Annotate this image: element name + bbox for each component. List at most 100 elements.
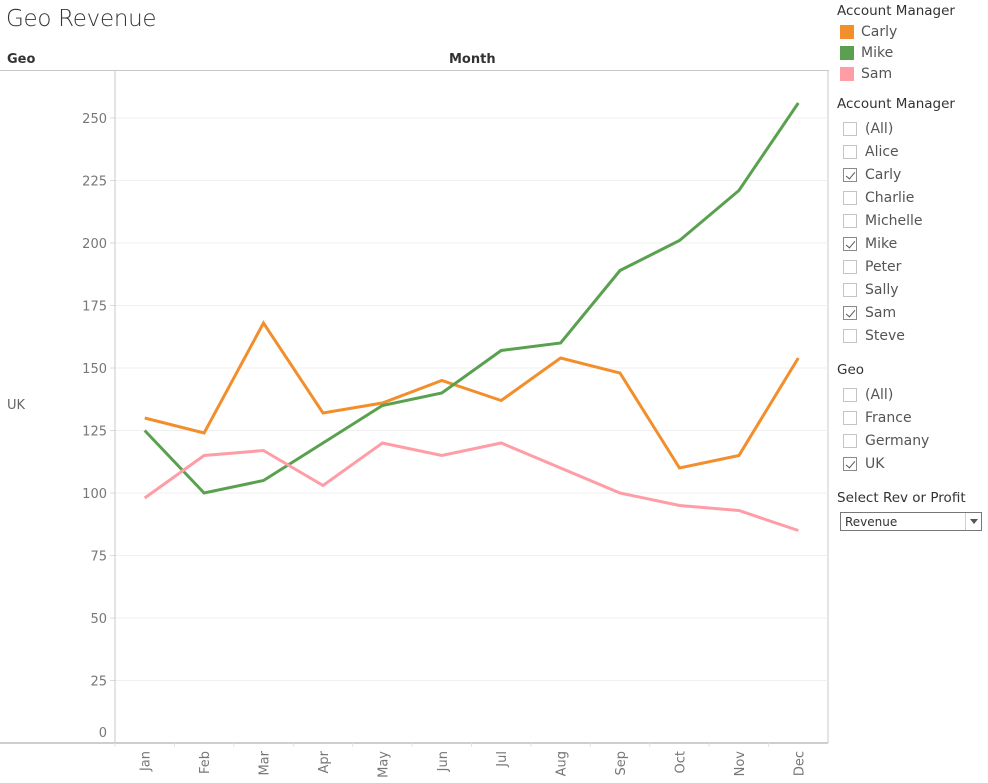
filter-option-label: France	[865, 410, 912, 426]
geo-option-all[interactable]: (All)	[843, 386, 893, 404]
geo-option-uk[interactable]: UK	[843, 455, 884, 473]
account-manager-option-steve[interactable]: Steve	[843, 327, 905, 345]
data-point-carly[interactable]	[735, 452, 743, 460]
data-point-sam[interactable]	[438, 452, 446, 460]
data-point-mike[interactable]	[616, 267, 624, 275]
line-chart[interactable]: 0 25 50 75 100 125 150 175 200 225 250 Jan Feb Mar Ap…	[0, 0, 830, 783]
account-manager-option-sally[interactable]: Sally	[843, 281, 899, 299]
data-point-sam[interactable]	[735, 507, 743, 515]
data-point-sam[interactable]	[200, 452, 208, 460]
account-manager-option-michelle[interactable]: Michelle	[843, 212, 923, 230]
checkbox-checked[interactable]	[843, 306, 857, 320]
data-point-carly[interactable]	[794, 354, 802, 362]
data-point-mike[interactable]	[557, 339, 565, 347]
checkbox-unchecked[interactable]	[843, 329, 857, 343]
data-point-mike[interactable]	[675, 237, 683, 245]
filter-option-label: Germany	[865, 433, 930, 449]
data-point-mike[interactable]	[200, 489, 208, 497]
y-tick-label: 75	[90, 550, 107, 565]
x-tick-label: Feb	[198, 751, 213, 774]
data-point-carly[interactable]	[260, 319, 268, 327]
filter-option-label: Mike	[865, 236, 898, 252]
checkbox-unchecked[interactable]	[843, 411, 857, 425]
account-manager-option-all[interactable]: (All)	[843, 120, 893, 138]
filter-option-label: Charlie	[865, 190, 915, 206]
data-point-mike[interactable]	[735, 187, 743, 195]
checkbox-unchecked[interactable]	[843, 260, 857, 274]
data-point-carly[interactable]	[675, 464, 683, 472]
data-point-sam[interactable]	[497, 439, 505, 447]
geo-option-germany[interactable]: Germany	[843, 432, 929, 450]
x-tick-label: Sep	[614, 751, 629, 776]
checkbox-checked[interactable]	[843, 457, 857, 471]
account-manager-option-peter[interactable]: Peter	[843, 258, 901, 276]
data-point-sam[interactable]	[557, 464, 565, 472]
gridlines	[115, 71, 829, 743]
filter-option-label: Steve	[865, 328, 905, 344]
account-manager-option-charlie[interactable]: Charlie	[843, 189, 914, 207]
account-manager-option-mike[interactable]: Mike	[843, 235, 897, 253]
data-point-carly[interactable]	[200, 429, 208, 437]
series-line-sam[interactable]	[143, 441, 799, 532]
y-tick-label: 150	[82, 362, 107, 377]
dropdown-selected-value: Revenue	[845, 514, 898, 529]
geo-option-france[interactable]: France	[843, 409, 912, 427]
data-point-mike[interactable]	[378, 402, 386, 410]
data-point-sam[interactable]	[319, 482, 327, 490]
checkbox-unchecked[interactable]	[843, 388, 857, 402]
account-manager-option-alice[interactable]: Alice	[843, 143, 899, 161]
checkbox-checked[interactable]	[843, 237, 857, 251]
x-tick-label: Jan	[139, 751, 154, 772]
legend-swatch	[840, 67, 854, 81]
data-point-mike[interactable]	[497, 347, 505, 355]
data-point-carly[interactable]	[141, 414, 149, 422]
checkbox-unchecked[interactable]	[843, 145, 857, 159]
checkbox-unchecked[interactable]	[843, 214, 857, 228]
y-tick-label: 25	[90, 675, 107, 690]
data-point-sam[interactable]	[794, 527, 802, 535]
x-tick-label: Nov	[733, 751, 748, 777]
legend-item-carly[interactable]: Carly	[840, 24, 897, 40]
data-point-sam[interactable]	[675, 502, 683, 510]
data-point-carly[interactable]	[319, 409, 327, 417]
x-tick-label: Dec	[792, 751, 807, 776]
checkbox-unchecked[interactable]	[843, 122, 857, 136]
data-point-carly[interactable]	[616, 369, 624, 377]
x-tick-label: Apr	[317, 750, 332, 773]
legend-item-mike[interactable]: Mike	[840, 45, 893, 61]
checkbox-unchecked[interactable]	[843, 283, 857, 297]
data-point-mike[interactable]	[260, 477, 268, 485]
chevron-down-icon[interactable]	[965, 513, 981, 530]
legend-swatch	[840, 46, 854, 60]
y-tick-label: 125	[82, 425, 107, 440]
data-point-carly[interactable]	[497, 397, 505, 405]
x-tick-label: Jun	[436, 751, 451, 772]
series-line-carly[interactable]	[144, 320, 800, 470]
legend-label: Sam	[861, 66, 893, 82]
data-point-sam[interactable]	[378, 439, 386, 447]
data-point-carly[interactable]	[438, 377, 446, 385]
data-point-sam[interactable]	[616, 489, 624, 497]
legend-item-sam[interactable]: Sam	[840, 66, 892, 82]
data-point-carly[interactable]	[557, 354, 565, 362]
legend-swatch	[840, 25, 854, 39]
account-manager-option-sam[interactable]: Sam	[843, 304, 896, 322]
data-point-sam[interactable]	[141, 494, 149, 502]
checkbox-unchecked[interactable]	[843, 434, 857, 448]
checkbox-checked[interactable]	[843, 168, 857, 182]
filter-option-label: Peter	[865, 259, 902, 275]
checkbox-unchecked[interactable]	[843, 191, 857, 205]
rev-or-profit-dropdown[interactable]: Revenue	[840, 512, 982, 531]
y-tick-label: 50	[90, 612, 107, 627]
y-tick-label: 200	[82, 237, 107, 252]
account-manager-option-carly[interactable]: Carly	[843, 166, 901, 184]
data-point-sam[interactable]	[260, 447, 268, 455]
data-point-mike[interactable]	[141, 427, 149, 435]
data-point-mike[interactable]	[438, 389, 446, 397]
filter-option-label: Michelle	[865, 213, 923, 229]
series-line-mike[interactable]	[143, 102, 800, 495]
series-mike[interactable]	[141, 99, 803, 497]
data-point-mike[interactable]	[794, 99, 802, 107]
x-tick-label: Mar	[258, 750, 273, 775]
data-point-mike[interactable]	[319, 439, 327, 447]
